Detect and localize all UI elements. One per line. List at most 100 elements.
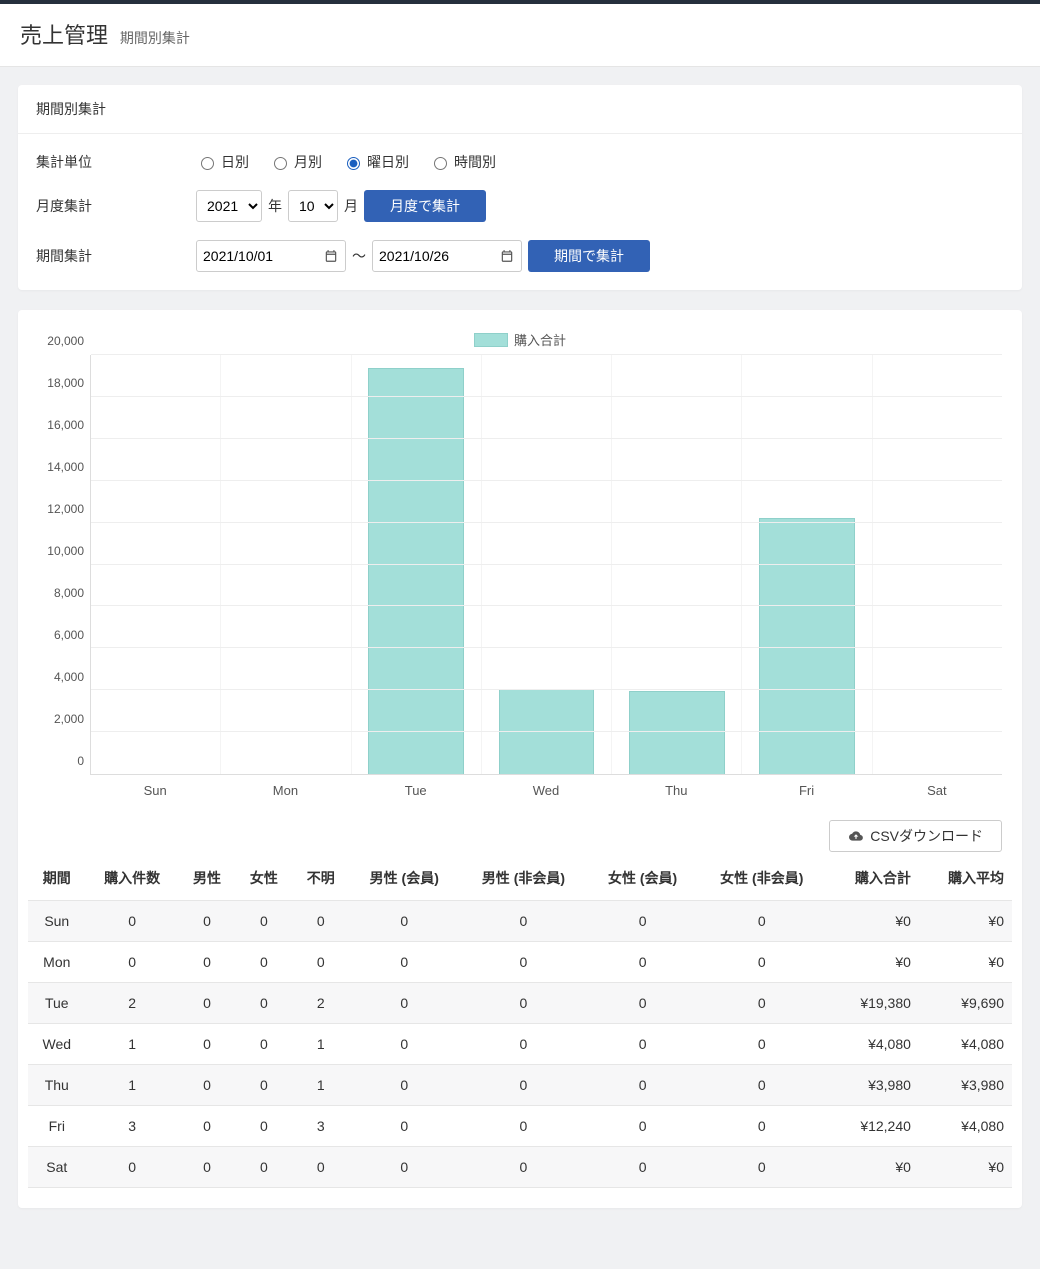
chart-x-axis: SunMonTueWedThuFriSat	[90, 783, 1002, 798]
table-cell: 0	[86, 1147, 179, 1188]
y-tick-label: 4,000	[54, 670, 84, 684]
x-tick-label: Sun	[90, 783, 220, 798]
table-cell: 3	[292, 1106, 349, 1147]
grid-line	[91, 396, 1002, 397]
table-cell: 0	[459, 942, 587, 983]
bar-slot	[91, 355, 221, 774]
table-cell: 0	[235, 1106, 292, 1147]
table-cell: ¥4,080	[919, 1024, 1012, 1065]
x-tick-label: Sat	[872, 783, 1002, 798]
table-row: Sat00000000¥0¥0	[28, 1147, 1012, 1188]
legend-label: 購入合計	[514, 330, 566, 349]
table-cell: 0	[459, 1024, 587, 1065]
table-cell: 0	[179, 1024, 236, 1065]
table-cell: 0	[698, 1065, 826, 1106]
table-cell: 0	[459, 1106, 587, 1147]
grid-line	[91, 647, 1002, 648]
table-cell: ¥4,080	[919, 1106, 1012, 1147]
radio-daily-input[interactable]	[201, 157, 214, 170]
radio-weekday[interactable]: 曜日別	[342, 152, 409, 172]
grid-line	[91, 605, 1002, 606]
table-cell: 1	[86, 1065, 179, 1106]
radio-hourly[interactable]: 時間別	[429, 152, 496, 172]
table-cell: ¥0	[919, 942, 1012, 983]
radio-weekday-input[interactable]	[347, 157, 360, 170]
month-suffix: 月	[344, 196, 358, 216]
table-cell: Mon	[28, 942, 86, 983]
table-cell: ¥12,240	[826, 1106, 919, 1147]
table-cell: ¥3,980	[826, 1065, 919, 1106]
table-header-cell: 購入平均	[919, 856, 1012, 901]
radio-monthly[interactable]: 月別	[269, 152, 322, 172]
filter-panel: 期間別集計 集計単位 日別 月別 曜日別	[18, 85, 1022, 290]
date-separator: 〜	[352, 246, 366, 266]
unit-label: 集計単位	[36, 152, 196, 172]
table-cell: Tue	[28, 983, 86, 1024]
table-cell: ¥19,380	[826, 983, 919, 1024]
results-table: 期間購入件数男性女性不明男性 (会員)男性 (非会員)女性 (会員)女性 (非会…	[28, 856, 1012, 1188]
x-tick-label: Fri	[741, 783, 871, 798]
table-row: Wed10010000¥4,080¥4,080	[28, 1024, 1012, 1065]
date-from-input[interactable]	[196, 240, 346, 272]
month-select[interactable]: 10	[288, 190, 338, 222]
table-cell: 0	[349, 1024, 459, 1065]
bar	[629, 691, 725, 774]
table-cell: 0	[86, 942, 179, 983]
y-tick-label: 0	[77, 754, 84, 768]
bar	[759, 518, 855, 774]
bar-slot	[221, 355, 351, 774]
bar-slot	[742, 355, 872, 774]
year-select[interactable]: 2021	[196, 190, 262, 222]
table-cell: 0	[179, 942, 236, 983]
csv-download-button[interactable]: CSVダウンロード	[829, 820, 1002, 852]
table-cell: ¥0	[826, 1147, 919, 1188]
table-cell: 0	[588, 1106, 698, 1147]
table-cell: 0	[349, 1106, 459, 1147]
date-to-input[interactable]	[372, 240, 522, 272]
table-cell: 2	[292, 983, 349, 1024]
table-cell: ¥4,080	[826, 1024, 919, 1065]
bar-slot	[612, 355, 742, 774]
table-cell: 0	[292, 942, 349, 983]
x-tick-label: Tue	[351, 783, 481, 798]
csv-download-label: CSVダウンロード	[870, 826, 983, 846]
radio-hourly-input[interactable]	[434, 157, 447, 170]
table-cell: 0	[459, 983, 587, 1024]
table-cell: Fri	[28, 1106, 86, 1147]
filter-panel-title: 期間別集計	[18, 85, 1022, 134]
year-suffix: 年	[268, 196, 282, 216]
table-cell: 1	[292, 1065, 349, 1106]
table-header-cell: 女性	[235, 856, 292, 901]
table-header-cell: 不明	[292, 856, 349, 901]
aggregate-by-month-button[interactable]: 月度で集計	[364, 190, 486, 222]
table-cell: 0	[179, 901, 236, 942]
table-header-cell: 期間	[28, 856, 86, 901]
table-cell: Thu	[28, 1065, 86, 1106]
table-cell: ¥0	[919, 901, 1012, 942]
radio-hourly-label: 時間別	[454, 152, 496, 172]
chart-legend: 購入合計	[38, 330, 1002, 349]
table-cell: ¥0	[826, 901, 919, 942]
x-tick-label: Wed	[481, 783, 611, 798]
y-tick-label: 6,000	[54, 628, 84, 642]
table-cell: 0	[292, 901, 349, 942]
y-tick-label: 10,000	[47, 544, 84, 558]
table-cell: 0	[235, 983, 292, 1024]
table-cell: 0	[588, 942, 698, 983]
table-cell: 0	[588, 1024, 698, 1065]
radio-daily[interactable]: 日別	[196, 152, 249, 172]
chart-y-axis: 02,0004,0006,0008,00010,00012,00014,0001…	[38, 355, 90, 775]
table-cell: 0	[459, 1065, 587, 1106]
table-cell: 0	[588, 983, 698, 1024]
table-row: Thu10010000¥3,980¥3,980	[28, 1065, 1012, 1106]
table-header-cell: 男性	[179, 856, 236, 901]
radio-monthly-input[interactable]	[274, 157, 287, 170]
bar-slot	[873, 355, 1002, 774]
table-header-cell: 女性 (非会員)	[698, 856, 826, 901]
table-row: Tue20020000¥19,380¥9,690	[28, 983, 1012, 1024]
y-tick-label: 18,000	[47, 376, 84, 390]
table-cell: Wed	[28, 1024, 86, 1065]
table-cell: ¥9,690	[919, 983, 1012, 1024]
table-cell: ¥0	[919, 1147, 1012, 1188]
aggregate-by-period-button[interactable]: 期間で集計	[528, 240, 650, 272]
